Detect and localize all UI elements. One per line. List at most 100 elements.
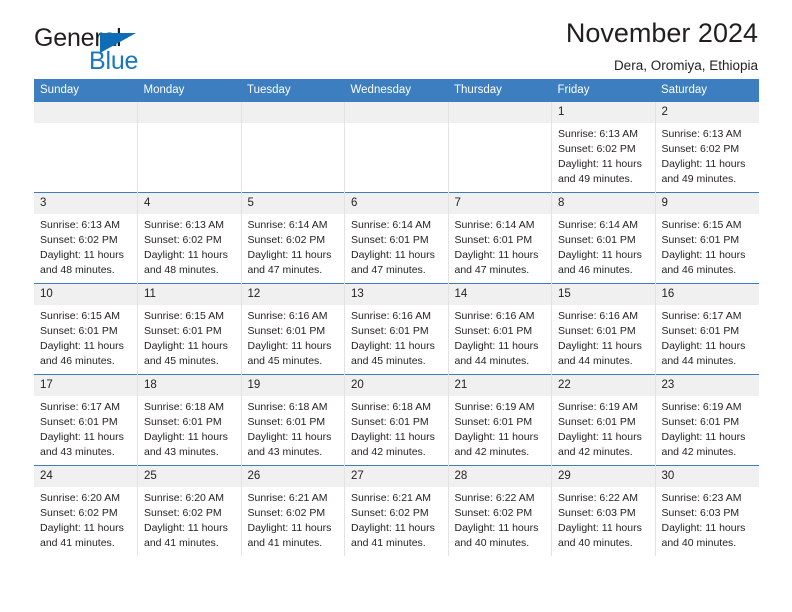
sunset-text: Sunset: 6:01 PM <box>40 325 118 338</box>
day-number: 7 <box>448 193 551 215</box>
daylight-text-line2: and 46 minutes. <box>558 263 633 276</box>
day-details: Sunrise: 6:13 AM Sunset: 6:02 PM Daylight:… <box>138 214 241 278</box>
day-details: Sunrise: 6:14 AM Sunset: 6:02 PM Daylight:… <box>242 214 345 278</box>
sunset-text: Sunset: 6:01 PM <box>247 325 326 338</box>
day-number: 12 <box>241 284 344 306</box>
calendar-table: Sunday Monday Tuesday Wednesday Thursday… <box>34 79 759 556</box>
calendar-day-cell[interactable]: 19 Sunrise: 6:18 AM Sunset: 6:01 PM Dayligh… <box>240 374 345 466</box>
calendar-day-cell[interactable]: 1 Sunrise: 6:13 AM Sunset: 6:02 PM Daylight… <box>551 102 655 193</box>
calendar-day-cell[interactable]: 23 Sunrise: 6:19 AM Sunset: 6:01 PM Dayligh… <box>654 374 759 466</box>
sunset-text: Sunset: 6:01 PM <box>558 325 636 338</box>
calendar-day-cell[interactable]: 11 Sunrise: 6:15 AM Sunset: 6:01 PM Dayligh… <box>137 283 241 375</box>
weekday-header-thursday: Thursday <box>448 79 552 102</box>
calendar-day-cell[interactable]: 7 Sunrise: 6:14 AM Sunset: 6:01 PM Daylight… <box>447 192 552 284</box>
daylight-text-line1: Daylight: 11 hours <box>247 522 332 535</box>
day-details: Sunrise: 6:19 AM Sunset: 6:01 PM Daylight:… <box>449 396 552 460</box>
calendar-day-cell[interactable]: 30 Sunrise: 6:23 AM Sunset: 6:03 PM Dayligh… <box>654 465 759 556</box>
sunrise-text: Sunrise: 6:14 AM <box>351 219 431 232</box>
daylight-text-line2: and 41 minutes. <box>144 536 219 549</box>
calendar-day-cell[interactable]: 16 Sunrise: 6:17 AM Sunset: 6:01 PM Dayligh… <box>654 283 759 375</box>
calendar-day-cell[interactable]: 14 Sunrise: 6:16 AM Sunset: 6:01 PM Dayligh… <box>447 283 552 375</box>
day-number: 9 <box>655 193 759 215</box>
weekday-header-friday: Friday <box>551 79 655 102</box>
daylight-text-line2: and 46 minutes. <box>40 354 115 367</box>
calendar-day-cell[interactable]: 5 Sunrise: 6:14 AM Sunset: 6:02 PM Daylight… <box>240 192 345 284</box>
sunset-text: Sunset: 6:01 PM <box>247 416 326 429</box>
sunrise-text: Sunrise: 6:18 AM <box>144 401 224 414</box>
day-number <box>241 102 344 124</box>
daylight-text-line2: and 44 minutes. <box>558 354 633 367</box>
calendar-day-cell[interactable]: 21 Sunrise: 6:19 AM Sunset: 6:01 PM Dayligh… <box>447 374 552 466</box>
calendar-day-cell[interactable]: 26 Sunrise: 6:21 AM Sunset: 6:02 PM Dayligh… <box>240 465 345 556</box>
daylight-text-line2: and 47 minutes. <box>247 263 323 276</box>
daylight-text-line1: Daylight: 11 hours <box>144 249 228 262</box>
sunset-text: Sunset: 6:02 PM <box>558 143 636 156</box>
daylight-text-line1: Daylight: 11 hours <box>661 431 746 444</box>
sunrise-text: Sunrise: 6:20 AM <box>144 492 224 505</box>
day-details: Sunrise: 6:20 AM Sunset: 6:02 PM Daylight:… <box>34 487 137 551</box>
daylight-text-line1: Daylight: 11 hours <box>454 431 539 444</box>
calendar-day-cell[interactable]: 28 Sunrise: 6:22 AM Sunset: 6:02 PM Dayligh… <box>447 465 552 556</box>
calendar-week-row: 10 Sunrise: 6:15 AM Sunset: 6:01 PM Dayligh… <box>34 283 759 375</box>
calendar-day-cell[interactable]: 3 Sunrise: 6:13 AM Sunset: 6:02 PM Daylight… <box>34 192 138 284</box>
daylight-text-line2: and 41 minutes. <box>40 536 115 549</box>
sunset-text: Sunset: 6:03 PM <box>558 507 636 520</box>
calendar-day-cell[interactable]: 20 Sunrise: 6:18 AM Sunset: 6:01 PM Dayligh… <box>344 374 448 466</box>
sunset-text: Sunset: 6:02 PM <box>40 507 118 520</box>
calendar-day-cell[interactable]: 18 Sunrise: 6:18 AM Sunset: 6:01 PM Dayligh… <box>137 374 241 466</box>
daylight-text-line2: and 46 minutes. <box>661 263 737 276</box>
daylight-text-line2: and 49 minutes. <box>558 172 633 185</box>
day-number: 18 <box>138 375 241 397</box>
calendar-day-cell[interactable]: 9 Sunrise: 6:15 AM Sunset: 6:01 PM Daylight… <box>654 192 759 284</box>
daylight-text-line2: and 48 minutes. <box>144 263 219 276</box>
sunrise-text: Sunrise: 6:16 AM <box>351 310 431 323</box>
daylight-text-line1: Daylight: 11 hours <box>40 340 124 353</box>
daylight-text-line2: and 42 minutes. <box>454 445 530 458</box>
calendar-day-cell[interactable]: 25 Sunrise: 6:20 AM Sunset: 6:02 PM Dayligh… <box>137 465 241 556</box>
sunrise-text: Sunrise: 6:15 AM <box>40 310 120 323</box>
sunset-text: Sunset: 6:02 PM <box>247 234 326 247</box>
daylight-text-line1: Daylight: 11 hours <box>661 158 746 171</box>
day-number <box>448 102 551 124</box>
page-title: November 2024 <box>565 18 758 48</box>
day-details: Sunrise: 6:18 AM Sunset: 6:01 PM Daylight:… <box>242 396 345 460</box>
day-number: 13 <box>345 284 448 306</box>
calendar-day-cell[interactable]: 17 Sunrise: 6:17 AM Sunset: 6:01 PM Dayligh… <box>34 374 138 466</box>
daylight-text-line1: Daylight: 11 hours <box>558 522 642 535</box>
sunset-text: Sunset: 6:02 PM <box>454 507 533 520</box>
calendar-day-cell[interactable]: 2 Sunrise: 6:13 AM Sunset: 6:02 PM Daylight… <box>654 102 759 193</box>
day-number: 25 <box>138 466 241 488</box>
calendar-day-cell[interactable]: 15 Sunrise: 6:16 AM Sunset: 6:01 PM Dayligh… <box>551 283 655 375</box>
calendar-day-cell[interactable]: 13 Sunrise: 6:16 AM Sunset: 6:01 PM Dayligh… <box>344 283 448 375</box>
calendar-day-cell[interactable]: 4 Sunrise: 6:13 AM Sunset: 6:02 PM Daylight… <box>137 192 241 284</box>
daylight-text-line2: and 44 minutes. <box>661 354 737 367</box>
calendar-day-cell[interactable]: 22 Sunrise: 6:19 AM Sunset: 6:01 PM Dayligh… <box>551 374 655 466</box>
day-number: 29 <box>552 466 655 488</box>
weekday-header-wednesday: Wednesday <box>344 79 448 102</box>
calendar-day-cell[interactable]: 24 Sunrise: 6:20 AM Sunset: 6:02 PM Dayligh… <box>34 465 138 556</box>
daylight-text-line2: and 42 minutes. <box>558 445 633 458</box>
sunrise-text: Sunrise: 6:13 AM <box>144 219 224 232</box>
daylight-text-line1: Daylight: 11 hours <box>661 249 746 262</box>
day-details: Sunrise: 6:21 AM Sunset: 6:02 PM Daylight:… <box>242 487 345 551</box>
day-details: Sunrise: 6:14 AM Sunset: 6:01 PM Daylight:… <box>449 214 552 278</box>
calendar-day-cell[interactable]: 27 Sunrise: 6:21 AM Sunset: 6:02 PM Dayligh… <box>344 465 448 556</box>
calendar-day-cell[interactable]: 6 Sunrise: 6:14 AM Sunset: 6:01 PM Daylight… <box>344 192 448 284</box>
day-number: 27 <box>345 466 448 488</box>
calendar-week-row: 17 Sunrise: 6:17 AM Sunset: 6:01 PM Dayligh… <box>34 374 759 466</box>
sunset-text: Sunset: 6:01 PM <box>661 234 740 247</box>
daylight-text-line1: Daylight: 11 hours <box>144 431 228 444</box>
sunrise-text: Sunrise: 6:22 AM <box>558 492 638 505</box>
day-details: Sunrise: 6:23 AM Sunset: 6:03 PM Daylight:… <box>656 487 759 551</box>
calendar-day-cell[interactable]: 10 Sunrise: 6:15 AM Sunset: 6:01 PM Dayligh… <box>34 283 138 375</box>
calendar-day-cell[interactable]: 29 Sunrise: 6:22 AM Sunset: 6:03 PM Dayligh… <box>551 465 655 556</box>
sunrise-text: Sunrise: 6:19 AM <box>661 401 742 414</box>
general-blue-logo[interactable]: General Blue <box>34 26 244 74</box>
day-number: 23 <box>655 375 759 397</box>
day-details: Sunrise: 6:13 AM Sunset: 6:02 PM Daylight:… <box>656 123 759 187</box>
calendar-day-cell[interactable]: 8 Sunrise: 6:14 AM Sunset: 6:01 PM Daylight… <box>551 192 655 284</box>
day-details: Sunrise: 6:14 AM Sunset: 6:01 PM Daylight:… <box>345 214 448 278</box>
day-details: Sunrise: 6:16 AM Sunset: 6:01 PM Daylight:… <box>242 305 345 369</box>
calendar-day-cell[interactable]: 12 Sunrise: 6:16 AM Sunset: 6:01 PM Dayligh… <box>240 283 345 375</box>
daylight-text-line1: Daylight: 11 hours <box>351 340 435 353</box>
